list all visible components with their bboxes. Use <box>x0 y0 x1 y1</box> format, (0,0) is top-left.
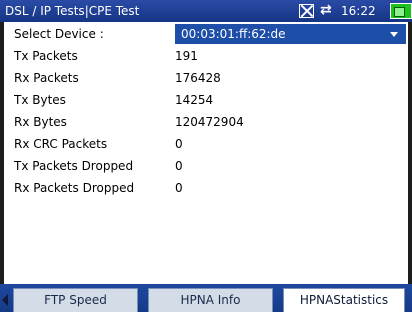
tab-bar: FTP Speed HPNA Info HPNAStatistics <box>0 284 412 312</box>
clock: 16:22 <box>341 4 376 18</box>
stat-value: 0 <box>175 181 183 195</box>
select-device-label: Select Device : <box>14 27 104 41</box>
tab-label: FTP Speed <box>44 293 107 307</box>
stat-label: Rx Packets Dropped <box>14 181 135 195</box>
stat-row: Tx Packets 191 <box>14 46 394 66</box>
scroll-left-icon[interactable] <box>2 294 8 306</box>
stat-value: 191 <box>175 49 198 63</box>
stat-row: Rx Packets Dropped 0 <box>14 178 394 198</box>
stat-value: 0 <box>175 159 183 173</box>
chevron-down-icon[interactable] <box>390 32 398 37</box>
sync-icon: ⇄ <box>320 2 332 18</box>
stat-value: 0 <box>175 137 183 151</box>
stat-row: Rx Packets 176428 <box>14 68 394 88</box>
device-select-value: 00:03:01:ff:62:de <box>181 27 286 41</box>
device-row: Select Device : 00:03:01:ff:62:de <box>14 24 406 44</box>
stat-label: Rx Bytes <box>14 115 67 129</box>
stat-row: Tx Packets Dropped 0 <box>14 156 394 176</box>
signal-off-icon <box>299 4 314 18</box>
title-bar: DSL / IP Tests|CPE Test ⇄ 16:22 <box>0 0 412 22</box>
stat-label: Rx Packets <box>14 71 79 85</box>
stat-label: Tx Bytes <box>14 93 66 107</box>
window-title: DSL / IP Tests|CPE Test <box>5 4 140 18</box>
tab-ftp-speed[interactable]: FTP Speed <box>13 288 138 312</box>
stat-value: 14254 <box>175 93 214 107</box>
stat-label: Rx CRC Packets <box>14 137 108 151</box>
stat-value: 176428 <box>175 71 221 85</box>
tab-label: HPNAStatistics <box>299 293 389 307</box>
stat-row: Rx Bytes 120472904 <box>14 112 394 132</box>
tab-hpna-statistics[interactable]: HPNAStatistics <box>283 288 405 312</box>
stat-row: Rx CRC Packets 0 <box>14 134 394 154</box>
battery-icon <box>390 3 412 19</box>
stat-value: 120472904 <box>175 115 244 129</box>
stats-panel: Select Device : 00:03:01:ff:62:de Tx Pac… <box>0 22 412 284</box>
stat-label: Tx Packets Dropped <box>14 159 134 173</box>
tab-label: HPNA Info <box>180 293 241 307</box>
stat-label: Tx Packets <box>14 49 78 63</box>
device-select[interactable]: 00:03:01:ff:62:de <box>175 24 406 44</box>
stat-row: Tx Bytes 14254 <box>14 90 394 110</box>
tab-hpna-info[interactable]: HPNA Info <box>148 288 273 312</box>
